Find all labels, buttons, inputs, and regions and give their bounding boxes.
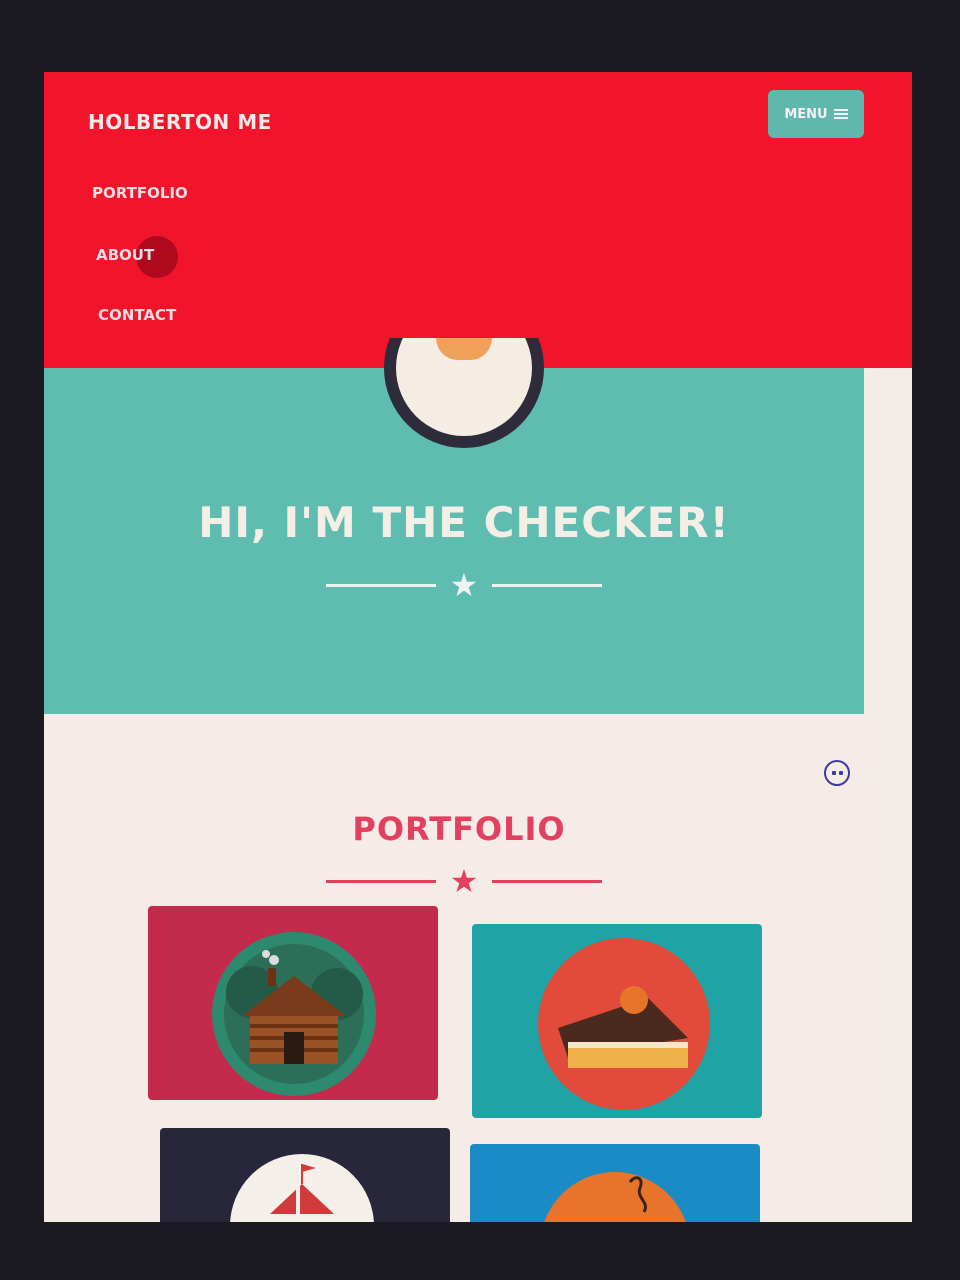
cabin-icon (212, 932, 376, 1096)
browser-viewport: HOLBERTON ME MENU PORTFOLIO ABOUT CONTAC… (44, 72, 912, 1222)
portfolio-item-circus[interactable] (160, 1128, 450, 1222)
game-controller-icon (540, 1172, 690, 1222)
portfolio-divider: ★ (44, 864, 884, 898)
cake-icon (538, 938, 710, 1110)
nav-link-about[interactable]: ABOUT (96, 246, 154, 264)
circus-tent-icon (230, 1154, 374, 1222)
navbar: HOLBERTON ME MENU PORTFOLIO ABOUT CONTAC… (44, 72, 912, 368)
nav-link-contact[interactable]: CONTACT (98, 306, 176, 324)
portfolio-section: PORTFOLIO ★ (44, 714, 864, 1222)
portfolio-title: PORTFOLIO (352, 810, 566, 848)
star-icon: ★ (449, 566, 479, 604)
menu-button-label: MENU (784, 106, 828, 122)
brand-logo[interactable]: HOLBERTON ME (88, 110, 272, 134)
portfolio-item-cake[interactable] (472, 924, 762, 1118)
portfolio-item-cabin[interactable] (148, 906, 438, 1100)
hero-divider: ★ (44, 568, 884, 602)
hero-section: HI, I'M THE CHECKER! ★ (44, 338, 864, 714)
nav-link-portfolio[interactable]: PORTFOLIO (92, 184, 188, 202)
star-icon: ★ (449, 862, 479, 900)
hero-title: HI, I'M THE CHECKER! (198, 498, 730, 547)
hamburger-icon (833, 107, 848, 121)
portfolio-item-controller[interactable] (470, 1144, 760, 1222)
robot-icon[interactable] (824, 760, 850, 786)
avatar (384, 338, 544, 448)
menu-button[interactable]: MENU (768, 90, 864, 138)
